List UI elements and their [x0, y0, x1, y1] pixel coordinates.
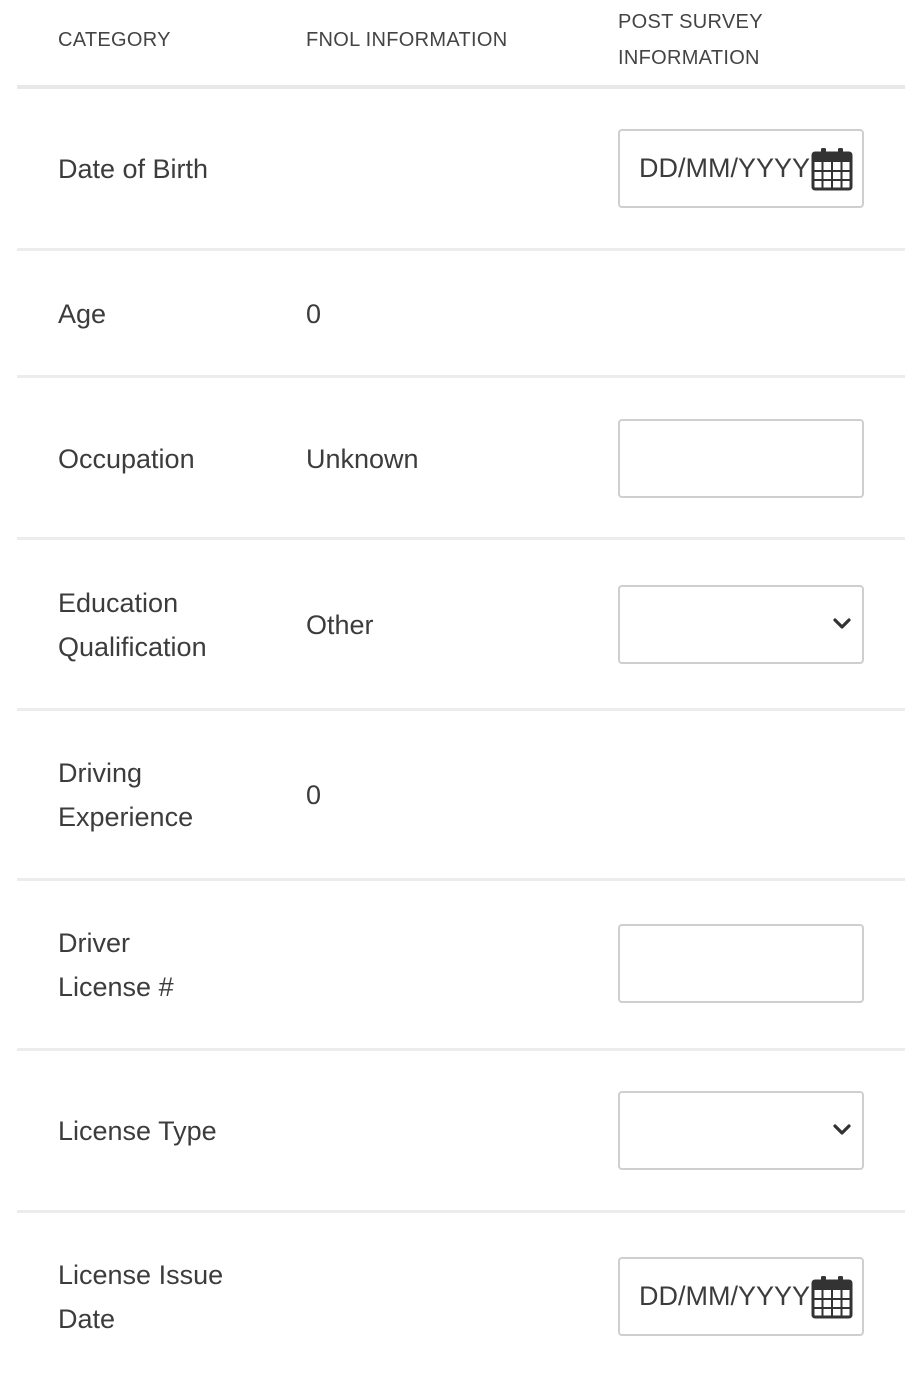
calendar-icon[interactable]	[811, 147, 853, 191]
table-row: Education Qualification Other	[17, 540, 905, 711]
date-placeholder: DD/MM/YYYY	[639, 1281, 811, 1311]
fnol-value: 0	[306, 299, 322, 329]
category-label: Occupation	[58, 444, 195, 474]
table-row: Driver License #	[17, 881, 905, 1051]
table-row: Driving Experience 0	[17, 711, 905, 881]
category-label-line2: Experience	[58, 802, 194, 832]
category-label-line1: Education	[58, 588, 179, 618]
date-placeholder: DD/MM/YYYY	[639, 153, 811, 183]
fnol-value: Other	[306, 610, 374, 640]
education-qualification-select[interactable]	[618, 585, 864, 664]
table-row: Occupation Unknown	[17, 378, 905, 540]
license-issue-date-input[interactable]: DD/MM/YYYY	[618, 1257, 864, 1336]
date-of-birth-input[interactable]: DD/MM/YYYY	[618, 129, 864, 208]
occupation-input[interactable]	[618, 419, 864, 498]
category-label: Date of Birth	[58, 154, 209, 184]
category-label: Age	[58, 299, 107, 329]
category-label-line1: Driving	[58, 758, 143, 788]
survey-table: CATEGORY FNOL INFORMATION POST SURVEY IN…	[17, 0, 905, 1376]
category-label: Driving Experience	[58, 751, 278, 839]
header-post-survey: POST SURVEY INFORMATION	[618, 4, 838, 76]
category-label: License Issue Date	[58, 1253, 278, 1341]
category-label: Education Qualification	[58, 581, 278, 669]
fnol-value: 0	[306, 780, 322, 810]
license-type-select[interactable]	[618, 1091, 864, 1170]
table-row: Date of Birth DD/MM/YYYY	[17, 89, 905, 251]
category-label-line2: Date	[58, 1304, 116, 1334]
table-header: CATEGORY FNOL INFORMATION POST SURVEY IN…	[17, 0, 905, 89]
category-label-line2: License #	[58, 972, 174, 1002]
category-label-line1: License Issue	[58, 1260, 224, 1290]
table-row: License Type	[17, 1051, 905, 1213]
calendar-icon[interactable]	[811, 1275, 853, 1319]
category-label-line1: Driver	[58, 928, 130, 958]
header-fnol: FNOL INFORMATION	[306, 29, 508, 51]
category-label: Driver License #	[58, 921, 278, 1009]
fnol-value: Unknown	[306, 444, 419, 474]
category-label-line2: Qualification	[58, 632, 207, 662]
table-row: License Issue Date DD/MM/YYYY	[17, 1213, 905, 1376]
header-post-survey-line1: POST SURVEY	[618, 11, 763, 33]
category-label: License Type	[58, 1116, 217, 1146]
header-post-survey-line2: INFORMATION	[618, 47, 760, 69]
table-row: Age 0	[17, 251, 905, 378]
chevron-down-icon	[833, 618, 851, 629]
header-category: CATEGORY	[58, 29, 171, 51]
driver-license-input[interactable]	[618, 924, 864, 1003]
chevron-down-icon	[833, 1124, 851, 1135]
